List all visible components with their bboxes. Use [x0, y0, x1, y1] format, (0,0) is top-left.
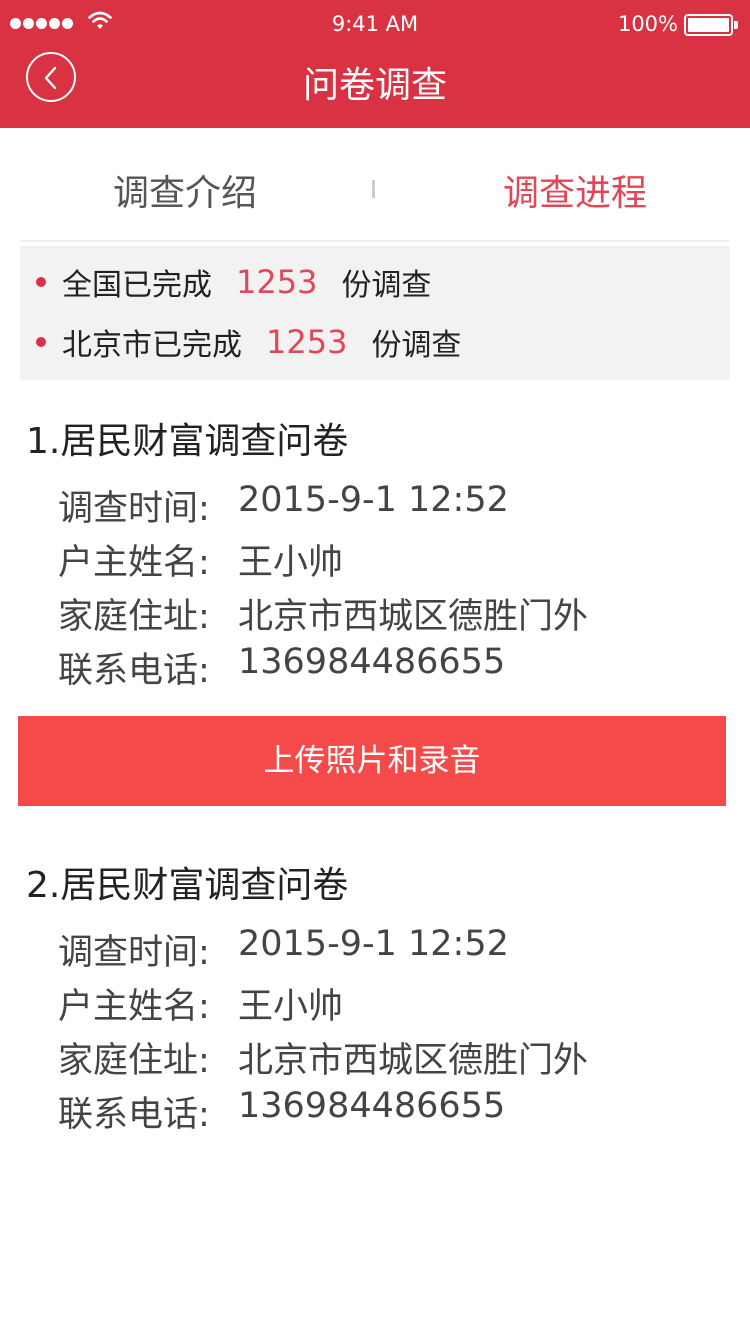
stat-row-national: 全国已完成 1253 份调查 [20, 262, 432, 303]
battery-icon [684, 14, 738, 36]
field-value: 136984486655 [238, 642, 506, 682]
field-survey-time: 调查时间: 2015-9-1 12:52 [58, 924, 509, 974]
stat-row-beijing: 北京市已完成 1253 份调查 [20, 322, 462, 363]
upload-photos-audio-button[interactable]: 上传照片和录音 [18, 716, 726, 806]
header: 9:41 AM 100% 问卷调查 [0, 0, 750, 128]
stats-panel: 全国已完成 1253 份调查 北京市已完成 1253 份调查 [20, 246, 730, 380]
field-label: 户主姓名: [58, 987, 210, 1027]
bullet-dot [36, 337, 46, 347]
field-value: 北京市西城区德胜门外 [238, 597, 589, 637]
field-value: 136984486655 [238, 1086, 506, 1126]
tab-bar: 调查介绍 调查进程 [20, 128, 730, 242]
nav-bar: 问卷调查 [0, 50, 750, 128]
field-householder-name: 户主姓名: 王小帅 [58, 978, 343, 1028]
field-householder-name: 户主姓名: 王小帅 [58, 534, 343, 584]
stat-label: 北京市已完成 [62, 328, 242, 363]
field-home-address: 家庭住址: 北京市西城区德胜门外 [58, 588, 588, 638]
stat-suffix: 份调查 [371, 328, 462, 363]
field-home-address: 家庭住址: 北京市西城区德胜门外 [58, 1032, 588, 1082]
status-bar: 9:41 AM 100% [0, 0, 750, 50]
app-screen: 9:41 AM 100% 问卷调查 调查介绍 调查进程 全国已完成 1253 份 [0, 0, 750, 1334]
tab-survey-intro[interactable]: 调查介绍 [20, 164, 350, 216]
field-label: 户主姓名: [58, 543, 210, 583]
field-label: 家庭住址: [58, 1041, 210, 1081]
field-survey-time: 调查时间: 2015-9-1 12:52 [58, 480, 509, 530]
field-value: 2015-9-1 12:52 [238, 480, 509, 520]
stat-label: 全国已完成 [62, 268, 212, 303]
field-phone: 联系电话: 136984486655 [58, 642, 505, 692]
field-label: 联系电话: [58, 651, 210, 691]
battery-percent: 100% [617, 12, 678, 36]
page-title: 问卷调查 [302, 65, 447, 106]
field-label: 联系电话: [58, 1095, 210, 1135]
stat-count: 1253 [266, 323, 348, 361]
field-value: 王小帅 [238, 543, 344, 583]
field-label: 家庭住址: [58, 597, 210, 637]
field-value: 2015-9-1 12:52 [238, 924, 509, 964]
tab-divider [372, 180, 375, 198]
tab-survey-progress[interactable]: 调查进程 [410, 164, 740, 216]
survey-title: 2.居民财富调查问卷 [26, 865, 349, 906]
stat-count: 1253 [236, 263, 318, 301]
field-value: 北京市西城区德胜门外 [238, 1041, 589, 1081]
field-phone: 联系电话: 136984486655 [58, 1086, 505, 1136]
field-label: 调查时间: [58, 489, 210, 529]
field-value: 王小帅 [238, 987, 344, 1027]
survey-title: 1.居民财富调查问卷 [26, 421, 349, 462]
bullet-dot [36, 277, 46, 287]
field-label: 调查时间: [58, 933, 210, 973]
stat-suffix: 份调查 [341, 268, 432, 303]
